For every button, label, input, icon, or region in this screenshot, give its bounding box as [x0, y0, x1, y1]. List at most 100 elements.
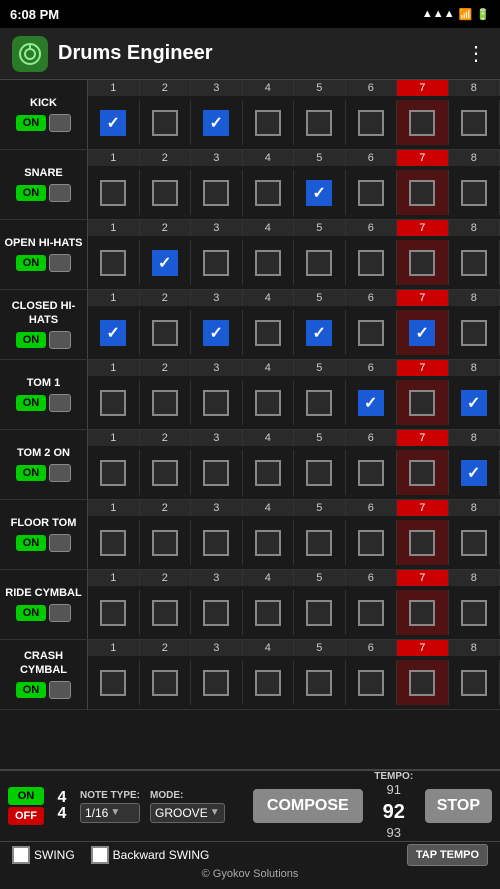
step-checkbox-1-2[interactable] [203, 180, 229, 206]
step-checkbox-3-1[interactable] [152, 320, 178, 346]
step-checkbox-3-5[interactable] [358, 320, 384, 346]
step-checkbox-5-6[interactable] [409, 460, 435, 486]
step-checkbox-4-0[interactable] [100, 390, 126, 416]
step-checkbox-0-4[interactable] [306, 110, 332, 136]
on-button-8[interactable]: ON [16, 682, 46, 698]
step-checkbox-2-5[interactable] [358, 250, 384, 276]
step-checkbox-1-1[interactable] [152, 180, 178, 206]
step-checkbox-3-7[interactable] [461, 320, 487, 346]
step-checkbox-8-1[interactable] [152, 670, 178, 696]
step-checkbox-8-2[interactable] [203, 670, 229, 696]
off-checkbox-1[interactable] [49, 184, 71, 202]
step-checkbox-4-1[interactable] [152, 390, 178, 416]
step-checkbox-8-4[interactable] [306, 670, 332, 696]
step-checkbox-4-5[interactable] [358, 390, 384, 416]
step-checkbox-0-3[interactable] [255, 110, 281, 136]
step-checkbox-4-3[interactable] [255, 390, 281, 416]
step-checkbox-7-5[interactable] [358, 600, 384, 626]
on-button-5[interactable]: ON [16, 465, 46, 481]
step-checkbox-1-7[interactable] [461, 180, 487, 206]
step-checkbox-5-0[interactable] [100, 460, 126, 486]
global-off-button[interactable]: OFF [8, 807, 44, 825]
step-checkbox-5-4[interactable] [306, 460, 332, 486]
step-checkbox-8-5[interactable] [358, 670, 384, 696]
off-checkbox-2[interactable] [49, 254, 71, 272]
tap-tempo-button[interactable]: TAP TEMPO [407, 844, 488, 866]
global-on-button[interactable]: ON [8, 787, 44, 805]
step-checkbox-2-1[interactable] [152, 250, 178, 276]
backward-swing-checkbox[interactable] [91, 846, 109, 864]
step-checkbox-3-4[interactable] [306, 320, 332, 346]
stop-button[interactable]: STOP [425, 789, 492, 823]
mode-select[interactable]: GROOVE ▼ [150, 803, 225, 823]
on-button-1[interactable]: ON [16, 185, 46, 201]
on-button-4[interactable]: ON [16, 395, 46, 411]
off-checkbox-7[interactable] [49, 604, 71, 622]
step-checkbox-4-7[interactable] [461, 390, 487, 416]
step-checkbox-2-2[interactable] [203, 250, 229, 276]
step-checkbox-3-6[interactable] [409, 320, 435, 346]
step-checkbox-7-1[interactable] [152, 600, 178, 626]
step-checkbox-5-1[interactable] [152, 460, 178, 486]
off-checkbox-6[interactable] [49, 534, 71, 552]
step-checkbox-5-5[interactable] [358, 460, 384, 486]
step-checkbox-2-0[interactable] [100, 250, 126, 276]
step-checkbox-7-4[interactable] [306, 600, 332, 626]
step-checkbox-3-2[interactable] [203, 320, 229, 346]
step-checkbox-1-5[interactable] [358, 180, 384, 206]
step-checkbox-5-7[interactable] [461, 460, 487, 486]
step-checkbox-8-7[interactable] [461, 670, 487, 696]
off-checkbox-4[interactable] [49, 394, 71, 412]
step-checkbox-2-7[interactable] [461, 250, 487, 276]
step-checkbox-2-4[interactable] [306, 250, 332, 276]
step-checkbox-5-3[interactable] [255, 460, 281, 486]
step-checkbox-6-6[interactable] [409, 530, 435, 556]
step-checkbox-8-6[interactable] [409, 670, 435, 696]
off-checkbox-8[interactable] [49, 681, 71, 699]
step-checkbox-5-2[interactable] [203, 460, 229, 486]
step-checkbox-7-0[interactable] [100, 600, 126, 626]
step-checkbox-4-2[interactable] [203, 390, 229, 416]
step-checkbox-0-0[interactable] [100, 110, 126, 136]
step-checkbox-0-1[interactable] [152, 110, 178, 136]
step-checkbox-7-6[interactable] [409, 600, 435, 626]
step-checkbox-6-2[interactable] [203, 530, 229, 556]
on-button-0[interactable]: ON [16, 115, 46, 131]
compose-button[interactable]: COMPOSE [253, 789, 363, 823]
step-checkbox-1-6[interactable] [409, 180, 435, 206]
swing-checkbox[interactable] [12, 846, 30, 864]
step-checkbox-6-1[interactable] [152, 530, 178, 556]
step-checkbox-8-3[interactable] [255, 670, 281, 696]
step-checkbox-8-0[interactable] [100, 670, 126, 696]
off-checkbox-5[interactable] [49, 464, 71, 482]
step-checkbox-2-6[interactable] [409, 250, 435, 276]
step-checkbox-4-6[interactable] [409, 390, 435, 416]
on-button-7[interactable]: ON [16, 605, 46, 621]
step-checkbox-7-3[interactable] [255, 600, 281, 626]
step-checkbox-7-2[interactable] [203, 600, 229, 626]
step-checkbox-1-0[interactable] [100, 180, 126, 206]
step-checkbox-0-5[interactable] [358, 110, 384, 136]
off-checkbox-3[interactable] [49, 331, 71, 349]
step-checkbox-0-2[interactable] [203, 110, 229, 136]
off-checkbox-0[interactable] [49, 114, 71, 132]
step-checkbox-6-0[interactable] [100, 530, 126, 556]
note-type-select[interactable]: 1/16 ▼ [80, 803, 140, 823]
step-checkbox-6-7[interactable] [461, 530, 487, 556]
on-button-3[interactable]: ON [16, 332, 46, 348]
step-checkbox-6-5[interactable] [358, 530, 384, 556]
step-checkbox-1-3[interactable] [255, 180, 281, 206]
step-checkbox-6-4[interactable] [306, 530, 332, 556]
step-checkbox-3-3[interactable] [255, 320, 281, 346]
on-button-6[interactable]: ON [16, 535, 46, 551]
step-checkbox-0-6[interactable] [409, 110, 435, 136]
step-checkbox-6-3[interactable] [255, 530, 281, 556]
step-checkbox-1-4[interactable] [306, 180, 332, 206]
step-checkbox-0-7[interactable] [461, 110, 487, 136]
on-button-2[interactable]: ON [16, 255, 46, 271]
step-checkbox-7-7[interactable] [461, 600, 487, 626]
step-checkbox-3-0[interactable] [100, 320, 126, 346]
step-checkbox-2-3[interactable] [255, 250, 281, 276]
menu-icon[interactable]: ⋮ [466, 41, 488, 66]
step-checkbox-4-4[interactable] [306, 390, 332, 416]
